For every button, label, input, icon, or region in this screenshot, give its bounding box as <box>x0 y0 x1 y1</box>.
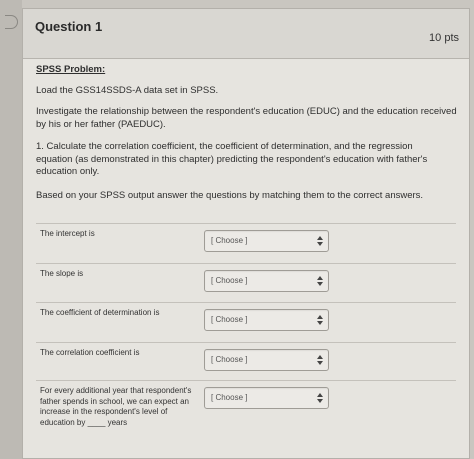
match-row-slope: The slope is [ Choose ] <box>36 263 456 305</box>
spss-heading: SPSS Problem: <box>36 64 106 75</box>
load-instruction: Load the GSS14SSDS-A data set in SPSS. <box>36 85 219 96</box>
task-text: 1. Calculate the correlation coefficient… <box>36 141 428 177</box>
match-label: For every additional year that responden… <box>40 386 192 427</box>
investigate-text: Investigate the relationship between the… <box>36 106 457 130</box>
question-title: Question 1 <box>35 19 103 34</box>
question-points: 10 pts <box>429 32 459 44</box>
match-row-determination: The coefficient of determination is [ Ch… <box>36 302 456 344</box>
select-value: [ Choose ] <box>211 236 248 245</box>
match-row-intercept: The intercept is [ Choose ] <box>36 223 456 265</box>
match-row-increase: For every additional year that responden… <box>36 380 456 450</box>
instruction-text: Based on your SPSS output answer the que… <box>36 190 424 201</box>
flag-icon[interactable] <box>5 15 18 29</box>
match-row-correlation: The correlation coefficient is [ Choose … <box>36 342 456 384</box>
answer-select[interactable]: [ Choose ] <box>204 309 329 331</box>
answer-select[interactable]: [ Choose ] <box>204 387 329 409</box>
answer-select[interactable]: [ Choose ] <box>204 270 329 292</box>
left-rail <box>0 0 22 459</box>
select-value: [ Choose ] <box>211 393 248 402</box>
answer-select[interactable]: [ Choose ] <box>204 230 329 252</box>
match-label: The correlation coefficient is <box>40 348 140 357</box>
select-value: [ Choose ] <box>211 315 248 324</box>
match-label: The intercept is <box>40 229 95 238</box>
question-header: Question 1 10 pts <box>23 9 469 59</box>
select-value: [ Choose ] <box>211 355 248 364</box>
chevron-updown-icon <box>317 314 323 326</box>
chevron-updown-icon <box>317 275 323 287</box>
match-label: The coefficient of determination is <box>40 308 160 317</box>
answer-select[interactable]: [ Choose ] <box>204 349 329 371</box>
chevron-updown-icon <box>317 392 323 404</box>
chevron-updown-icon <box>317 235 323 247</box>
chevron-updown-icon <box>317 354 323 366</box>
select-value: [ Choose ] <box>211 276 248 285</box>
question-card: Question 1 10 pts SPSS Problem: Load the… <box>22 8 470 459</box>
match-label: The slope is <box>40 269 84 278</box>
